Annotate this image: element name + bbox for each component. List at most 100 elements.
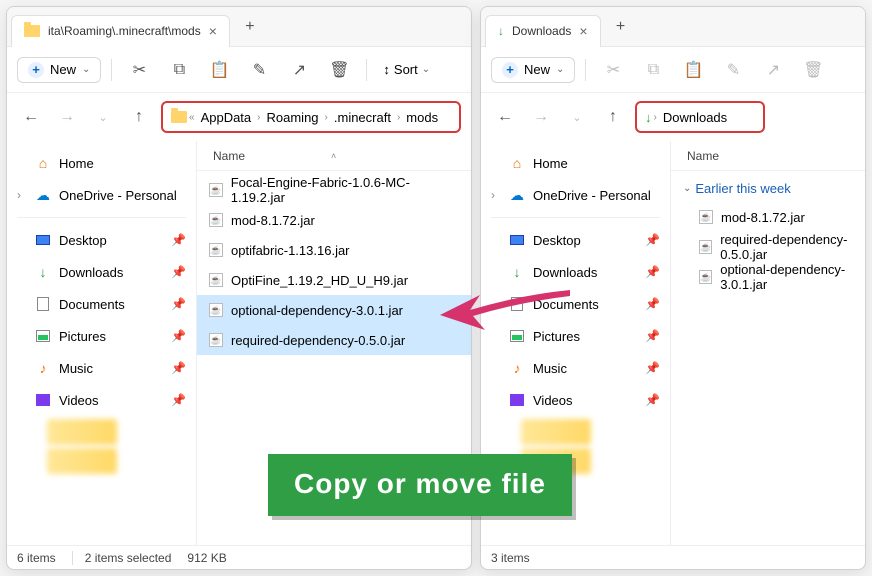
up-button[interactable]: ↑ <box>599 103 627 131</box>
cut-button[interactable]: ✂ <box>122 54 156 86</box>
file-row[interactable]: ☕required-dependency-0.5.0.jar <box>671 232 865 262</box>
download-icon: ↓ <box>645 110 652 125</box>
forward-button[interactable]: → <box>527 103 555 131</box>
rename-button[interactable]: ✎ <box>716 54 750 86</box>
paste-button[interactable]: 📋 <box>202 54 236 86</box>
sidebar-item-videos[interactable]: Videos📌 <box>7 384 196 416</box>
sidebar-item-home[interactable]: ⌂Home <box>7 147 196 179</box>
titlebar: ita\Roaming\.minecraft\mods × + <box>7 7 471 47</box>
cut-button[interactable]: ✂ <box>596 54 630 86</box>
jar-icon: ☕ <box>209 243 223 257</box>
download-icon: ↓ <box>509 264 525 280</box>
pictures-icon <box>35 328 51 344</box>
status-size: 912 KB <box>187 551 226 565</box>
file-row[interactable]: ☕optional-dependency-3.0.1.jar <box>671 262 865 292</box>
file-row[interactable]: ☕optifabric-1.13.16.jar <box>197 235 471 265</box>
sort-icon: ↕ <box>383 62 390 77</box>
music-icon: ♪ <box>509 360 525 376</box>
group-header[interactable]: ⌄Earlier this week <box>671 175 865 202</box>
tab-title: ita\Roaming\.minecraft\mods <box>48 24 201 38</box>
sidebar-item-home[interactable]: ⌂Home <box>481 147 670 179</box>
bc-prefix: « <box>189 112 195 123</box>
sidebar-item-music[interactable]: ♪Music📌 <box>481 352 670 384</box>
sidebar-item-desktop[interactable]: Desktop📌 <box>481 224 670 256</box>
sidebar-item-downloads[interactable]: ↓Downloads📌 <box>7 256 196 288</box>
new-button[interactable]: + New ⌄ <box>491 57 575 83</box>
sidebar-item-music[interactable]: ♪Music📌 <box>7 352 196 384</box>
forward-button[interactable]: → <box>53 103 81 131</box>
delete-button[interactable]: 🗑 <box>796 54 830 86</box>
file-row[interactable]: ☕OptiFine_1.19.2_HD_U_H9.jar <box>197 265 471 295</box>
breadcrumb-segment[interactable]: .minecraft <box>330 108 395 127</box>
sidebar-item-documents[interactable]: Documents📌 <box>481 288 670 320</box>
download-icon: ↓ <box>498 24 504 38</box>
breadcrumb-segment[interactable]: AppData <box>197 108 256 127</box>
recent-chevron-icon[interactable]: ⌄ <box>563 103 591 131</box>
sidebar-item-onedrive[interactable]: ☁OneDrive - Personal <box>7 179 196 211</box>
back-button[interactable]: ← <box>17 103 45 131</box>
separator <box>111 59 112 81</box>
paste-button[interactable]: 📋 <box>676 54 710 86</box>
file-row-selected[interactable]: ☕required-dependency-0.5.0.jar <box>197 325 471 355</box>
toolbar: + New ⌄ ✂ ⧉ 📋 ✎ ↗ 🗑 <box>481 47 865 93</box>
new-tab-button[interactable]: + <box>607 13 635 41</box>
tab-active[interactable]: ↓ Downloads × <box>485 15 601 47</box>
breadcrumb-segment[interactable]: Downloads <box>659 108 731 127</box>
recent-chevron-icon[interactable]: ⌄ <box>89 103 117 131</box>
document-icon <box>509 296 525 312</box>
sidebar-item-pictures[interactable]: Pictures📌 <box>481 320 670 352</box>
content-pane: Name ⌄Earlier this week ☕mod-8.1.72.jar … <box>671 141 865 545</box>
pin-icon: 📌 <box>171 329 186 343</box>
jar-icon: ☕ <box>209 183 223 197</box>
sidebar: ⌂Home ☁OneDrive - Personal Desktop📌 ↓Dow… <box>7 141 197 545</box>
jar-icon: ☕ <box>209 303 223 317</box>
new-button[interactable]: + New ⌄ <box>17 57 101 83</box>
rename-button[interactable]: ✎ <box>242 54 276 86</box>
status-count: 3 items <box>491 551 530 565</box>
pictures-icon <box>509 328 525 344</box>
file-row[interactable]: ☕mod-8.1.72.jar <box>671 202 865 232</box>
back-button[interactable]: ← <box>491 103 519 131</box>
file-row[interactable]: ☕Focal-Engine-Fabric-1.0.6-MC-1.19.2.jar <box>197 175 471 205</box>
sidebar-item-desktop[interactable]: Desktop📌 <box>7 224 196 256</box>
status-bar: 3 items <box>481 545 865 569</box>
share-button[interactable]: ↗ <box>756 54 790 86</box>
address-bar[interactable]: ↓ › Downloads <box>635 101 765 133</box>
close-icon[interactable]: × <box>209 23 217 39</box>
file-list[interactable]: ⌄Earlier this week ☕mod-8.1.72.jar ☕requ… <box>671 171 865 545</box>
file-row-selected[interactable]: ☕optional-dependency-3.0.1.jar <box>197 295 471 325</box>
up-button[interactable]: ↑ <box>125 103 153 131</box>
copy-button[interactable]: ⧉ <box>636 54 670 86</box>
delete-button[interactable]: 🗑 <box>322 54 356 86</box>
file-row[interactable]: ☕mod-8.1.72.jar <box>197 205 471 235</box>
sort-button[interactable]: ↕ Sort ⌄ <box>377 58 436 81</box>
chevron-right-icon: › <box>397 112 400 123</box>
new-tab-button[interactable]: + <box>236 13 264 41</box>
folder-icon <box>171 111 187 123</box>
copy-button[interactable]: ⧉ <box>162 54 196 86</box>
close-icon[interactable]: × <box>579 23 587 39</box>
sidebar-item-documents[interactable]: Documents📌 <box>7 288 196 320</box>
sort-label: Sort <box>394 62 418 77</box>
status-bar: 6 items 2 items selected 912 KB <box>7 545 471 569</box>
sidebar-item-videos[interactable]: Videos📌 <box>481 384 670 416</box>
address-bar[interactable]: « AppData › Roaming › .minecraft › mods <box>161 101 461 133</box>
sidebar-item-pictures[interactable]: Pictures📌 <box>7 320 196 352</box>
share-button[interactable]: ↗ <box>282 54 316 86</box>
breadcrumb-segment[interactable]: mods <box>402 108 442 127</box>
new-label: New <box>50 62 76 77</box>
titlebar: ↓ Downloads × + <box>481 7 865 47</box>
column-header-name[interactable]: Name <box>671 141 865 171</box>
jar-icon: ☕ <box>209 333 223 347</box>
sidebar-item-downloads[interactable]: ↓Downloads📌 <box>481 256 670 288</box>
status-selected: 2 items selected <box>72 551 172 565</box>
breadcrumb-segment[interactable]: Roaming <box>263 108 323 127</box>
column-header-name[interactable]: Name˄ <box>197 141 471 171</box>
pin-icon: 📌 <box>645 233 660 247</box>
sidebar-item-onedrive[interactable]: ☁OneDrive - Personal <box>481 179 670 211</box>
sidebar-item-blurred <box>47 419 117 445</box>
tab-active[interactable]: ita\Roaming\.minecraft\mods × <box>11 15 230 47</box>
banner-text: Copy or move file <box>294 468 546 499</box>
jar-icon: ☕ <box>209 273 223 287</box>
separator <box>585 59 586 81</box>
